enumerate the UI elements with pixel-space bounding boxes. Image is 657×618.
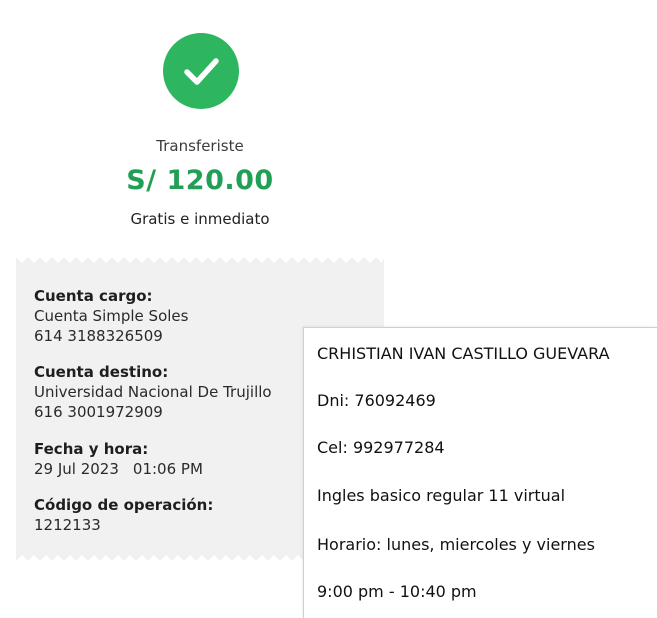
codigo-operacion-label: Código de operación:: [34, 496, 214, 514]
note-cel: Cel: 992977284: [317, 438, 445, 457]
cuenta-cargo-label: Cuenta cargo:: [34, 287, 153, 305]
transfer-label: Transferiste: [156, 137, 244, 155]
cuenta-destino-name: Universidad Nacional De Trujillo: [34, 383, 272, 401]
transfer-confirmation-screen: Transferiste S/ 120.00 Gratis e inmediat…: [0, 0, 657, 618]
hora-value: 01:06 PM: [132, 460, 203, 478]
success-check-icon: [163, 33, 239, 109]
cuenta-cargo-section: Cuenta cargo: Cuenta Simple Soles 614 31…: [34, 286, 188, 346]
cuenta-cargo-number: 614 3188326509: [34, 327, 163, 345]
check-icon: [184, 58, 219, 85]
note-student-name: CRHISTIAN IVAN CASTILLO GUEVARA: [317, 344, 610, 363]
codigo-operacion-section: Código de operación: 1212133: [34, 495, 213, 535]
fecha-hora-section: Fecha y hora: 29 Jul 2023 01:06 PM: [34, 439, 203, 479]
fecha-value: 29 Jul 2023: [34, 460, 119, 478]
note-course: Ingles basico regular 11 virtual: [317, 486, 566, 505]
transfer-amount: S/ 120.00: [126, 165, 274, 196]
cuenta-destino-label: Cuenta destino:: [34, 363, 169, 381]
note-time: 9:00 pm - 10:40 pm: [317, 582, 477, 601]
transfer-subtitle: Gratis e inmediato: [130, 210, 270, 228]
cuenta-cargo-name: Cuenta Simple Soles: [34, 307, 189, 325]
receipt-top-edge: [16, 257, 384, 263]
note-schedule: Horario: lunes, miercoles y viernes: [317, 535, 595, 554]
student-info-note: CRHISTIAN IVAN CASTILLO GUEVARA Dni: 760…: [303, 327, 657, 618]
note-dni: Dni: 76092469: [317, 391, 436, 410]
cuenta-destino-number: 616 3001972909: [34, 403, 163, 421]
codigo-operacion-value: 1212133: [34, 516, 101, 534]
cuenta-destino-section: Cuenta destino: Universidad Nacional De …: [34, 362, 272, 422]
fecha-hora-label: Fecha y hora:: [34, 440, 149, 458]
fecha-hora-value: 29 Jul 2023 01:06 PM: [34, 459, 203, 479]
